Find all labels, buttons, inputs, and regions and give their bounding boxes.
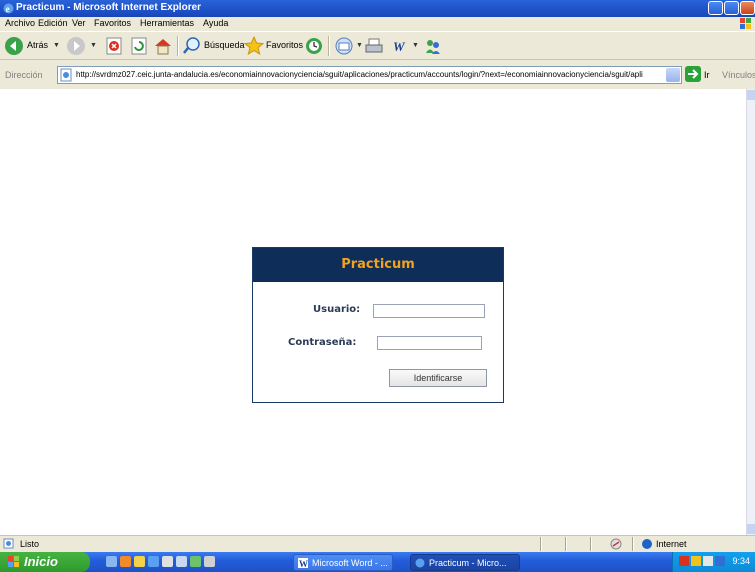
address-label: Dirección <box>5 70 43 80</box>
minimize-button[interactable] <box>708 1 723 15</box>
forward-icon[interactable] <box>66 36 86 56</box>
toolbar: Atrás ▼ ▼ Búsqueda Favoritos ▼ W ▼ <box>0 31 755 59</box>
back-label[interactable]: Atrás <box>27 40 48 50</box>
scroll-up-button[interactable] <box>747 90 755 100</box>
favorites-star-icon[interactable] <box>244 36 264 56</box>
favorites-label[interactable]: Favoritos <box>266 40 303 50</box>
refresh-icon[interactable] <box>129 36 149 56</box>
ie-task-icon <box>415 558 425 568</box>
back-icon[interactable] <box>4 36 24 56</box>
security-icon <box>610 538 622 550</box>
language-tray-icon[interactable] <box>703 556 713 566</box>
toolbar-separator <box>177 36 179 56</box>
taskbar: Inicio W Microsoft Word - ... Practicum … <box>0 552 755 572</box>
task-word-label: Microsoft Word - ... <box>312 558 388 568</box>
svg-text:W: W <box>299 559 308 568</box>
task-practicum[interactable]: Practicum - Micro... <box>410 554 520 571</box>
start-button[interactable]: Inicio <box>0 552 90 572</box>
zone-text: Internet <box>656 539 687 549</box>
quicklaunch-desktop-icon[interactable] <box>106 556 117 567</box>
address-bar: Dirección http://svrdmz027.ceic.junta-an… <box>0 59 755 89</box>
page-content: Practicum Usuario: Contraseña: Identific… <box>0 89 746 535</box>
username-label: Usuario: <box>313 304 361 315</box>
forward-dropdown-icon[interactable]: ▼ <box>90 42 97 49</box>
mail-dropdown-icon[interactable]: ▼ <box>356 42 363 49</box>
mail-icon[interactable] <box>334 36 354 56</box>
status-divider <box>590 537 592 551</box>
back-dropdown-icon[interactable]: ▼ <box>53 42 60 49</box>
toolbar-separator <box>328 36 330 56</box>
word-icon: W <box>298 558 308 568</box>
search-label[interactable]: Búsqueda <box>204 40 245 50</box>
quicklaunch-misc-icon[interactable] <box>204 556 215 567</box>
windows-flag-icon <box>740 18 751 29</box>
vertical-scrollbar[interactable] <box>746 89 755 535</box>
update-tray-icon[interactable] <box>691 556 701 566</box>
maximize-button[interactable] <box>724 1 739 15</box>
quicklaunch-firefox-icon[interactable] <box>120 556 131 567</box>
quicklaunch-app-icon[interactable] <box>190 556 201 567</box>
status-divider <box>632 537 634 551</box>
login-heading: Practicum <box>341 257 415 272</box>
title-bar[interactable]: e Practicum - Microsoft Internet Explore… <box>0 0 755 17</box>
menu-ayuda[interactable]: Ayuda <box>203 18 228 28</box>
ie-icon: e <box>3 3 14 14</box>
scroll-down-button[interactable] <box>747 524 755 534</box>
menu-archivo[interactable]: Archivo <box>5 18 35 28</box>
network-tray-icon[interactable] <box>715 556 725 566</box>
password-input[interactable] <box>377 336 482 350</box>
edit-dropdown-icon[interactable]: ▼ <box>412 42 419 49</box>
address-input[interactable]: http://svrdmz027.ceic.junta-andalucia.es… <box>57 66 682 84</box>
system-tray: 9:34 <box>672 552 755 572</box>
clock: 9:34 <box>732 556 750 566</box>
menu-herramientas[interactable]: Herramientas <box>140 18 194 28</box>
links-button[interactable]: Vínculos <box>722 70 755 80</box>
start-label: Inicio <box>24 554 58 569</box>
antivirus-tray-icon[interactable] <box>679 556 689 566</box>
status-divider <box>540 537 542 551</box>
go-button[interactable]: Ir <box>704 70 710 80</box>
svg-text:W: W <box>393 39 406 54</box>
quicklaunch-cmd-icon[interactable] <box>162 556 173 567</box>
word-edit-icon[interactable]: W <box>392 36 412 56</box>
go-arrow-icon[interactable] <box>685 66 701 82</box>
task-practicum-label: Practicum - Micro... <box>429 558 507 568</box>
home-icon[interactable] <box>153 36 173 56</box>
stop-icon[interactable] <box>104 36 124 56</box>
messenger-icon[interactable] <box>423 36 443 56</box>
status-text: Listo <box>20 539 40 549</box>
address-dropdown-icon[interactable] <box>666 68 680 82</box>
internet-zone-icon <box>642 539 652 549</box>
task-word[interactable]: W Microsoft Word - ... <box>293 554 393 571</box>
window-title: Practicum - Microsoft Internet Explorer <box>16 2 202 13</box>
search-icon[interactable] <box>182 36 202 56</box>
quicklaunch-folder-icon[interactable] <box>134 556 145 567</box>
menu-edicion[interactable]: Edición <box>38 18 68 28</box>
menu-bar: Archivo Edición Ver Favoritos Herramient… <box>0 17 755 31</box>
menu-ver[interactable]: Ver <box>72 18 86 28</box>
username-input[interactable] <box>373 304 485 318</box>
menu-favoritos[interactable]: Favoritos <box>94 18 131 28</box>
login-panel: Practicum Usuario: Contraseña: Identific… <box>252 247 504 403</box>
windows-logo-icon <box>8 556 19 567</box>
close-button[interactable] <box>740 1 755 15</box>
password-label: Contraseña: <box>288 337 357 348</box>
print-icon[interactable] <box>364 36 384 56</box>
quicklaunch-ie-icon[interactable] <box>148 556 159 567</box>
svg-text:e: e <box>6 4 10 14</box>
history-icon[interactable] <box>304 36 324 56</box>
status-bar: Listo Internet <box>0 535 755 552</box>
page-icon <box>60 68 72 82</box>
address-url: http://svrdmz027.ceic.junta-andalucia.es… <box>76 70 643 79</box>
quicklaunch-network-icon[interactable] <box>176 556 187 567</box>
login-header: Practicum <box>253 248 503 282</box>
page-status-icon <box>3 538 14 549</box>
status-divider <box>565 537 567 551</box>
login-submit-button[interactable]: Identificarse <box>389 369 487 387</box>
